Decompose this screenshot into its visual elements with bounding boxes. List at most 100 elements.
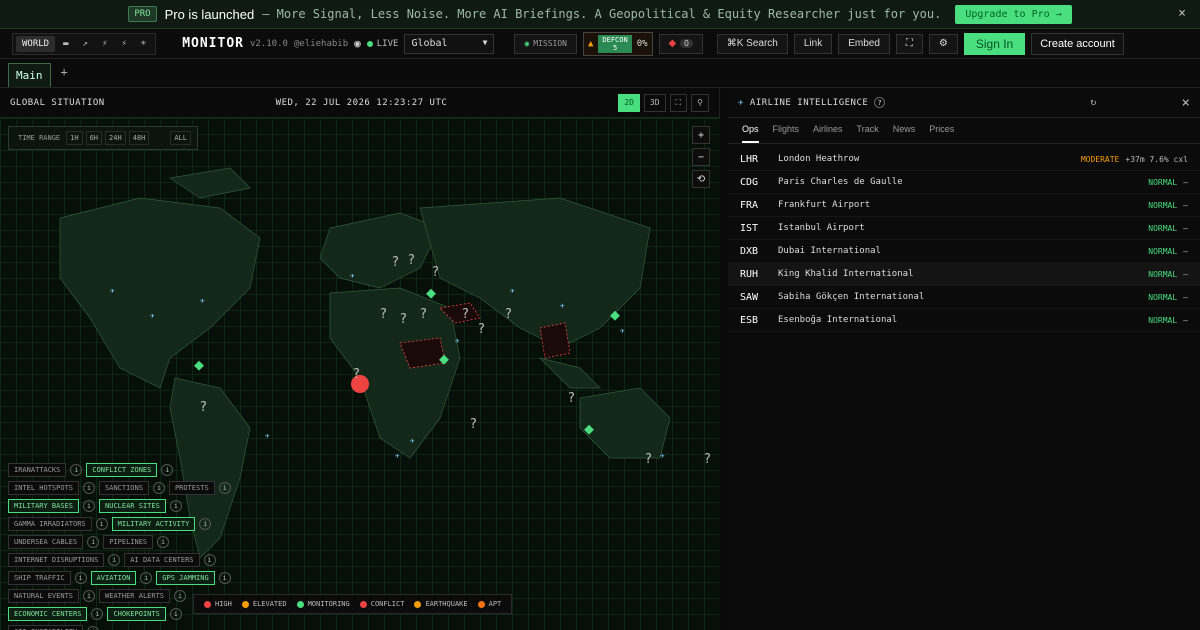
airport-row[interactable]: LHR London Heathrow MODERATE +37m 7.6% cxl: [728, 148, 1200, 171]
info-icon[interactable]: i: [140, 572, 153, 584]
defcon-widget[interactable]: ▲ DEFCON 5 0%: [582, 31, 653, 56]
pin-icon[interactable]: ⚲: [691, 93, 709, 112]
create-account-button[interactable]: Create account: [1031, 32, 1124, 55]
settings-icon[interactable]: ⚙: [928, 33, 958, 54]
layer-toggle-ship-traffic[interactable]: SHIP TRAFFIC: [8, 571, 71, 585]
info-icon[interactable]: i: [95, 518, 108, 530]
embed-button[interactable]: Embed: [838, 33, 890, 54]
layer-toggle-economic-centers[interactable]: ECONOMIC CENTERS: [8, 607, 88, 621]
time-range-48h[interactable]: 48H: [128, 131, 150, 145]
upgrade-button[interactable]: Upgrade to Pro →: [955, 4, 1072, 24]
layer-toggle-conflict-zones[interactable]: CONFLICT ZONES: [86, 463, 158, 477]
airport-row[interactable]: RUH King Khalid International NORMAL –: [728, 263, 1200, 286]
info-icon[interactable]: i: [218, 482, 231, 494]
variant-tech-icon[interactable]: ▬: [57, 36, 74, 52]
info-icon[interactable]: i: [169, 608, 182, 620]
variant-energy-icon[interactable]: ⚡: [96, 36, 113, 52]
layer-toggle-pipelines[interactable]: PIPELINES: [103, 535, 154, 549]
mission-button[interactable]: ◉ MISSION: [514, 33, 577, 54]
info-icon[interactable]: i: [203, 554, 216, 566]
alerts-button[interactable]: ◆ 0: [658, 33, 703, 54]
info-icon[interactable]: i: [87, 536, 100, 548]
info-icon[interactable]: i: [157, 536, 170, 548]
tab-flights[interactable]: Flights: [773, 124, 800, 143]
time-range-24h[interactable]: 24H: [105, 131, 126, 145]
reset-view-button[interactable]: ⟲: [692, 170, 710, 188]
time-range-1h[interactable]: 1H: [66, 131, 83, 145]
airport-row[interactable]: DXB Dubai International NORMAL –: [728, 240, 1200, 263]
layer-toggle-weather-alerts[interactable]: WEATHER ALERTS: [99, 589, 171, 603]
sign-in-button[interactable]: Sign In: [963, 32, 1026, 55]
layer-toggle-gps-jamming[interactable]: GPS JAMMING: [156, 571, 215, 585]
airport-code: ESB: [740, 314, 759, 326]
fullscreen-icon[interactable]: ⛶: [895, 33, 923, 54]
tab-prices[interactable]: Prices: [929, 124, 954, 143]
zoom-out-button[interactable]: −: [692, 148, 710, 166]
variant-finance-icon[interactable]: ↗: [77, 36, 94, 52]
info-icon[interactable]: i: [74, 572, 87, 584]
info-icon[interactable]: i: [87, 626, 100, 630]
airport-row[interactable]: CDG Paris Charles de Gaulle NORMAL –: [728, 171, 1200, 194]
airport-row[interactable]: IST Istanbul Airport NORMAL –: [728, 217, 1200, 240]
link-button[interactable]: Link: [793, 33, 833, 54]
info-icon[interactable]: i: [161, 464, 174, 476]
world-map[interactable]: ??? ??? ??? ??? ??? ✈ ✈ ✈ ✈ ✈ ✈ ✈ ✈ ✈ ✈ ✈ ✈ TIME…: [0, 118, 720, 630]
legend-item: ELEVATED: [241, 600, 287, 608]
zoom-in-button[interactable]: +: [692, 126, 710, 144]
layer-toggle-chokepoints[interactable]: CHOKEPOINTS: [107, 607, 166, 621]
layer-toggle-undersea-cables[interactable]: UNDERSEA CABLES: [8, 535, 84, 549]
info-icon[interactable]: i: [152, 482, 165, 494]
info-icon[interactable]: i: [169, 500, 182, 512]
author[interactable]: @eliehabib: [294, 39, 348, 49]
time-range-all[interactable]: ALL: [170, 131, 191, 145]
info-icon[interactable]: i: [108, 554, 121, 566]
info-icon[interactable]: i: [83, 590, 96, 602]
layer-toggle-iranattacks[interactable]: IRANATTACKS: [8, 463, 67, 477]
mode-2d-button[interactable]: 2D: [618, 93, 640, 112]
layer-toggle-gamma-irradiators[interactable]: GAMMA IRRADIATORS: [8, 517, 92, 531]
mode-3d-button[interactable]: 3D: [643, 93, 666, 112]
layer-toggle-aviation[interactable]: AVIATION: [90, 571, 137, 585]
search-button[interactable]: ⌘K Search: [716, 33, 788, 54]
status-badge: NORMAL: [1148, 200, 1178, 210]
tab-ops[interactable]: Ops: [742, 124, 759, 143]
layer-toggle-natural-events[interactable]: NATURAL EVENTS: [8, 589, 80, 603]
layer-toggle-cii-instability[interactable]: CII INSTABILITY: [8, 625, 84, 630]
layer-toggle-internet-disruptions[interactable]: INTERNET DISRUPTIONS: [8, 553, 105, 567]
airport-row[interactable]: ESB Esenboğa International NORMAL –: [728, 309, 1200, 332]
add-tab-icon[interactable]: +: [61, 65, 68, 87]
time-range-6h[interactable]: 6H: [85, 131, 103, 145]
tab-main[interactable]: Main: [8, 63, 51, 87]
layer-toggle-protests[interactable]: PROTESTS: [168, 481, 215, 495]
expand-icon[interactable]: ⛶: [669, 93, 688, 112]
info-icon[interactable]: i: [83, 482, 96, 494]
github-icon[interactable]: ◉: [354, 37, 361, 50]
airport-row[interactable]: FRA Frankfurt Airport NORMAL –: [728, 194, 1200, 217]
svg-text:✈: ✈: [560, 301, 565, 310]
layer-toggle-intel-hotspots[interactable]: INTEL HOTSPOTS: [8, 481, 80, 495]
layer-toggle-military-bases[interactable]: MILITARY BASES: [8, 499, 80, 513]
layer-toggle-military-activity[interactable]: MILITARY ACTIVITY: [111, 517, 196, 531]
layer-toggle-sanctions[interactable]: SANCTIONS: [99, 481, 149, 495]
variant-power-icon[interactable]: ⚡: [115, 36, 132, 52]
variant-world[interactable]: WORLD: [16, 35, 56, 52]
help-icon[interactable]: ?: [874, 97, 886, 108]
layer-toggle-nuclear-sites[interactable]: NUCLEAR SITES: [99, 499, 166, 513]
info-icon[interactable]: i: [70, 464, 83, 476]
airport-row[interactable]: SAW Sabiha Gökçen International NORMAL –: [728, 286, 1200, 309]
info-icon[interactable]: i: [91, 608, 104, 620]
region-select[interactable]: Global: [404, 33, 495, 54]
refresh-icon[interactable]: ↻: [1090, 97, 1096, 108]
variant-sun-icon[interactable]: ☀: [135, 36, 152, 52]
info-icon[interactable]: i: [218, 572, 231, 584]
info-icon[interactable]: i: [83, 500, 96, 512]
layer-toggle-ai-data-centers[interactable]: AI DATA CENTERS: [124, 553, 200, 567]
info-icon[interactable]: i: [174, 590, 187, 602]
close-banner-icon[interactable]: ×: [1178, 6, 1186, 21]
close-panel-icon[interactable]: ×: [1182, 95, 1190, 111]
info-icon[interactable]: i: [199, 518, 212, 530]
tab-airlines[interactable]: Airlines: [813, 124, 843, 143]
tab-news[interactable]: News: [893, 124, 916, 143]
tab-track[interactable]: Track: [857, 124, 879, 143]
airline-panel: ✈ AIRLINE INTELLIGENCE? ↻ × Ops Flights Air…: [728, 88, 1200, 630]
